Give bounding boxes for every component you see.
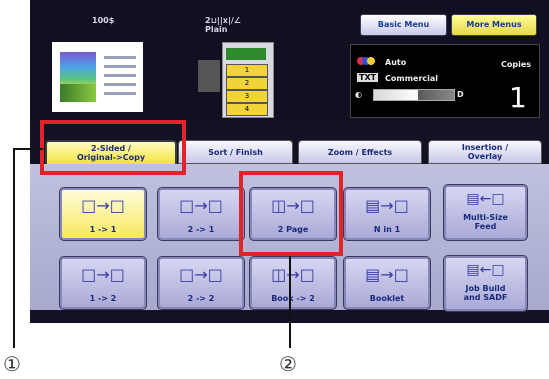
contrast-level xyxy=(374,90,418,100)
job-build-sadf-label-1: Job Build xyxy=(465,284,506,293)
paper-info-line1: 2⊔||x|/∠ xyxy=(205,16,241,25)
tab-insertion-overlay[interactable]: Insertion / Overlay xyxy=(428,140,542,164)
job-build-sadf-button[interactable]: ▤←□ Job Build and SADF xyxy=(443,255,528,312)
machine-diagram: 1 2 3 4 xyxy=(196,42,288,118)
option-booklet-label: Booklet xyxy=(369,294,405,303)
multi-size-feed-label: Multi-Size Feed xyxy=(444,213,527,231)
option-1-to-2-button[interactable]: □→□ 1 -> 2 xyxy=(59,256,147,310)
option-2-to-2-label: 2 -> 2 xyxy=(187,294,215,303)
copies-count: 1 xyxy=(509,81,527,114)
copy-settings-panel: Auto TXT Commercial ◐ D Copies 1 xyxy=(350,44,540,118)
option-book-to-2-button[interactable]: ◫→□ Book -> 2 xyxy=(249,256,337,310)
option-2-to-1-button[interactable]: □→□ 2 -> 1 xyxy=(157,187,245,241)
tab-insertion-label-1: Insertion / xyxy=(461,143,509,152)
option-2-to-2-button[interactable]: □→□ 2 -> 2 xyxy=(157,256,245,310)
output-tray xyxy=(198,60,220,92)
callout-line-2 xyxy=(289,256,291,348)
option-1-to-1-label: 1 -> 1 xyxy=(89,225,117,234)
callout-box-1 xyxy=(40,120,186,175)
job-build-sadf-label-2: and SADF xyxy=(463,293,508,302)
paper-tray-2: 2 xyxy=(226,77,268,90)
callout-number-2: ② xyxy=(279,352,297,376)
more-menus-button[interactable]: More Menus xyxy=(451,14,537,36)
original-mode-label: Commercial xyxy=(385,74,439,83)
original-preview-thumbnail xyxy=(52,42,143,112)
job-build-sadf-label: Job Build and SADF xyxy=(444,284,527,302)
preview-text-lines xyxy=(104,56,136,101)
job-build-icon: ▤←□ xyxy=(466,262,505,278)
paper-tray-1: 1 xyxy=(226,64,268,77)
tab-zoom-effects[interactable]: Zoom / Effects xyxy=(298,140,422,164)
sheet-to-sheet-icon: □→□ xyxy=(179,196,223,215)
multi-size-feed-button[interactable]: ▤←□ Multi-Size Feed xyxy=(443,184,528,241)
option-n-in-1-button[interactable]: ▤→□ N in 1 xyxy=(343,187,431,241)
callout-number-1: ① xyxy=(3,352,21,376)
auto-label: Auto xyxy=(385,58,407,67)
contrast-light-icon: ◐ xyxy=(355,90,362,99)
sheet-to-sheet-icon: □→□ xyxy=(81,196,125,215)
callout-box-2 xyxy=(239,171,343,256)
callout-line-1 xyxy=(13,148,15,348)
tab-insertion-label-2: Overlay xyxy=(467,152,503,161)
option-1-to-1-button[interactable]: □→□ 1 -> 1 xyxy=(59,187,147,241)
option-booklet-button[interactable]: ▤→□ Booklet xyxy=(343,256,431,310)
option-book-to-2-label: Book -> 2 xyxy=(271,294,315,303)
machine-top xyxy=(226,48,266,60)
paper-info: 2⊔||x|/∠ Plain xyxy=(205,16,241,34)
paper-tray-4: 4 xyxy=(226,103,268,116)
copies-label: Copies xyxy=(501,60,532,69)
contrast-bar xyxy=(373,89,455,101)
paper-count: 100$ xyxy=(92,16,115,25)
basic-menu-button[interactable]: Basic Menu xyxy=(360,14,447,36)
multi-size-feed-icon: ▤←□ xyxy=(466,191,505,207)
tab-zoom-effects-label: Zoom / Effects xyxy=(327,147,393,157)
tab-sort-finish[interactable]: Sort / Finish xyxy=(178,140,293,164)
auto-color-icon xyxy=(357,57,375,67)
preview-image xyxy=(60,52,96,102)
sheet-to-sheet-icon: □→□ xyxy=(179,265,223,284)
paper-info-line2: Plain xyxy=(205,25,228,34)
callout-line-1-horizontal xyxy=(13,148,43,150)
option-2-to-1-label: 2 -> 1 xyxy=(187,225,215,234)
sheet-to-sheet-icon: □→□ xyxy=(81,265,125,284)
original-type-icon: TXT xyxy=(357,73,379,82)
book-to-sheet-icon: ◫→□ xyxy=(271,265,315,284)
booklet-icon: ▤→□ xyxy=(365,265,409,284)
tab-sort-finish-label: Sort / Finish xyxy=(208,147,263,157)
multi-size-feed-label-2: Feed xyxy=(474,222,497,231)
contrast-dark-icon: D xyxy=(457,90,464,99)
option-n-in-1-label: N in 1 xyxy=(373,225,401,234)
multi-size-feed-label-1: Multi-Size xyxy=(463,213,508,222)
option-1-to-2-label: 1 -> 2 xyxy=(89,294,117,303)
multi-sheet-icon: ▤→□ xyxy=(365,196,409,215)
paper-tray-3: 3 xyxy=(226,90,268,103)
